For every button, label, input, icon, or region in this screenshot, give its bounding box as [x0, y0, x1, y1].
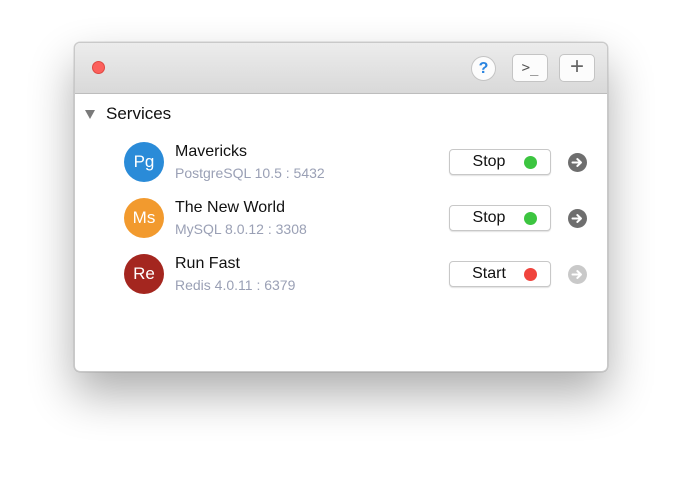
open-service-arrow-icon[interactable]: [568, 265, 587, 284]
action-button-label: Start: [472, 265, 506, 282]
start-service-button[interactable]: Start: [449, 261, 551, 287]
status-stopped-indicator: [524, 268, 537, 281]
service-detail: MySQL 8.0.12 : 3308: [175, 221, 307, 237]
service-avatar-redis: Re: [124, 254, 164, 294]
disclosure-triangle-icon[interactable]: [85, 110, 95, 119]
app-window: ? >_ + Services Pg Mavericks PostgreSQL …: [74, 42, 608, 372]
stop-service-button[interactable]: Stop: [449, 149, 551, 175]
action-button-label: Stop: [472, 153, 506, 170]
help-icon: ?: [478, 60, 489, 77]
service-row: Re Run Fast Redis 4.0.11 : 6379 Start: [75, 254, 607, 304]
plus-icon: +: [569, 53, 584, 80]
terminal-icon: >_: [521, 60, 539, 76]
service-row: Ms The New World MySQL 8.0.12 : 3308 Sto…: [75, 198, 607, 248]
service-name: The New World: [175, 199, 285, 216]
add-service-button[interactable]: +: [559, 54, 595, 82]
help-button[interactable]: ?: [471, 56, 496, 81]
stop-service-button[interactable]: Stop: [449, 205, 551, 231]
section-title: Services: [106, 104, 172, 123]
status-running-indicator: [524, 156, 537, 169]
open-service-arrow-icon[interactable]: [568, 153, 587, 172]
service-detail: PostgreSQL 10.5 : 5432: [175, 165, 325, 181]
action-button-label: Stop: [472, 209, 506, 226]
service-name: Run Fast: [175, 255, 240, 272]
services-content: Services Pg Mavericks PostgreSQL 10.5 : …: [75, 94, 607, 371]
open-service-arrow-icon[interactable]: [568, 209, 587, 228]
terminal-button[interactable]: >_: [512, 54, 548, 82]
service-avatar-postgresql: Pg: [124, 142, 164, 182]
service-name: Mavericks: [175, 143, 248, 160]
close-window-button[interactable]: [92, 61, 105, 74]
titlebar: ? >_ +: [75, 43, 607, 94]
service-row: Pg Mavericks PostgreSQL 10.5 : 5432 Stop: [75, 142, 607, 192]
service-detail: Redis 4.0.11 : 6379: [175, 277, 296, 293]
status-running-indicator: [524, 212, 537, 225]
service-avatar-mysql: Ms: [124, 198, 164, 238]
